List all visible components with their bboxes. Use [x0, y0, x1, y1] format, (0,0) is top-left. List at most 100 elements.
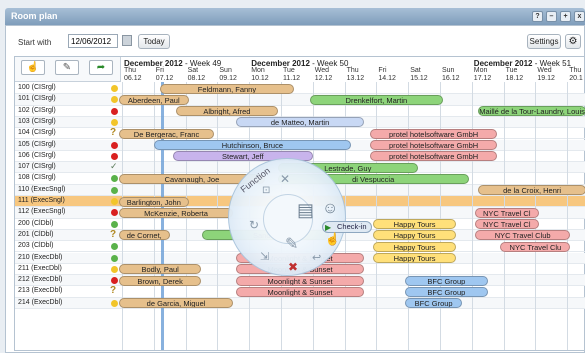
- room-status-dot[interactable]: [111, 152, 118, 160]
- booking-bar[interactable]: Brown, Derek: [118, 275, 202, 286]
- day-gridline: [471, 82, 473, 350]
- room-status-dot[interactable]: [111, 254, 118, 262]
- close-icon[interactable]: ✕: [280, 172, 290, 186]
- day-name: Sun: [219, 67, 232, 74]
- status-unknown-icon[interactable]: ?: [110, 127, 116, 138]
- calendar-icon[interactable]: [122, 35, 132, 46]
- room-status-dot[interactable]: [111, 277, 118, 285]
- help-button[interactable]: ?: [532, 11, 543, 22]
- hand-cursor-icon: ☝: [325, 232, 340, 246]
- booking-bar[interactable]: NYC Travel Cl: [474, 207, 539, 218]
- room-status-dot[interactable]: [111, 118, 118, 126]
- booking-bar[interactable]: NYC Travel Clu: [500, 241, 571, 252]
- day-date: 20.1: [569, 75, 583, 82]
- booking-bar[interactable]: Happy Tours: [373, 253, 456, 263]
- booking-bar[interactable]: Drenkelfort, Martin: [309, 94, 444, 105]
- booking-bar[interactable]: Albright, Afred: [176, 106, 278, 117]
- room-row[interactable]: 104 (CISrgl)?: [15, 127, 585, 140]
- day-date: 15.12: [410, 75, 428, 82]
- booking-bar[interactable]: Moonlight & Sunset: [236, 286, 364, 297]
- room-status-dot[interactable]: [111, 198, 118, 205]
- close-button[interactable]: x: [574, 11, 585, 22]
- room-label: 203 (ClDbl): [18, 242, 54, 250]
- booking-bar[interactable]: Feldmann, Fanny: [160, 83, 294, 94]
- day-name: Thu: [569, 67, 582, 74]
- day-date: 08.12: [187, 75, 206, 82]
- room-status-dot[interactable]: [111, 243, 118, 251]
- booking-bar[interactable]: BFC Group: [405, 298, 463, 309]
- day-date: 07.12: [155, 75, 174, 82]
- room-status-dot[interactable]: [111, 96, 118, 104]
- hand-tool-icon[interactable]: ☝: [21, 60, 45, 75]
- day-name: Wed: [314, 67, 330, 74]
- day-date: 11.12: [283, 75, 300, 82]
- booking-bar[interactable]: McKenzie, Roberta: [118, 207, 234, 218]
- today-button[interactable]: Today: [138, 34, 170, 49]
- undo-icon[interactable]: ↩: [312, 251, 321, 264]
- print-icon[interactable]: ▤: [297, 200, 314, 221]
- status-unknown-icon[interactable]: ?: [110, 285, 116, 296]
- booking-bar[interactable]: Barlington, John: [118, 196, 189, 207]
- move-icon[interactable]: ⇲: [260, 250, 269, 263]
- start-date-input[interactable]: [68, 34, 118, 48]
- booking-bar[interactable]: de la Croix, Henri: [478, 185, 585, 196]
- room-label: 101 (CISrgl): [18, 95, 56, 103]
- lock-icon[interactable]: ⊡: [262, 185, 270, 196]
- room-label: 200 (ClDbl): [18, 219, 54, 227]
- pencil-tool-icon[interactable]: ✎: [55, 60, 79, 75]
- status-unknown-icon[interactable]: ?: [110, 229, 116, 240]
- room-status-dot[interactable]: [111, 107, 118, 115]
- day-name: Thu: [346, 67, 359, 74]
- booking-bar[interactable]: de Garcia, Miguel: [118, 298, 234, 309]
- day-name: Fri: [378, 67, 387, 74]
- start-with-label: Start with: [18, 38, 52, 47]
- room-label: 111 (ExecSngl): [18, 197, 65, 204]
- room-label: 211 (ExecDbl): [18, 264, 62, 272]
- arrow-tool-icon[interactable]: ➦: [89, 60, 113, 75]
- room-row[interactable]: 214 (ExecDbl): [15, 297, 585, 309]
- room-row[interactable]: 101 (CISrgl): [15, 94, 585, 106]
- booking-bar[interactable]: protel hotelsoftware GmbH: [370, 151, 498, 162]
- guest-icon[interactable]: ☺: [322, 200, 338, 218]
- booking-bar[interactable]: protel hotelsoftware GmbH: [370, 128, 498, 139]
- minimize-button[interactable]: –: [546, 11, 557, 22]
- booking-bar[interactable]: protel hotelsoftware GmbH: [370, 140, 498, 150]
- settings-button[interactable]: Settings: [527, 34, 561, 49]
- edit-icon[interactable]: ✎: [285, 234, 298, 254]
- gear-icon[interactable]: ⚙: [565, 34, 581, 49]
- booking-bar[interactable]: Bodly, Paul: [118, 264, 202, 275]
- room-status-dot[interactable]: [111, 265, 118, 273]
- day-name: Tue: [505, 67, 518, 74]
- booking-bar[interactable]: Moonlight & Sunset: [236, 275, 364, 286]
- room-status-dot[interactable]: [111, 220, 118, 228]
- room-status-dot[interactable]: [111, 175, 118, 183]
- booking-bar[interactable]: BFC Group: [405, 286, 488, 297]
- room-status-dot[interactable]: [111, 186, 118, 194]
- week-header: December 2012 - Week 51: [474, 59, 571, 68]
- booking-bar[interactable]: BFC Group: [405, 275, 488, 286]
- delete-icon[interactable]: ✖: [288, 260, 298, 274]
- booking-bar[interactable]: De Bergerac, Franc: [118, 128, 215, 139]
- booking-bar[interactable]: Aberdeen, Paul: [118, 94, 189, 105]
- booking-bar[interactable]: Hutchinson, Bruce: [153, 140, 351, 150]
- room-status-dot[interactable]: [111, 85, 118, 92]
- rotate-icon[interactable]: ↻: [249, 218, 259, 232]
- room-status-dot[interactable]: [111, 209, 118, 217]
- maximize-button[interactable]: +: [560, 11, 571, 22]
- booking-bar[interactable]: Happy Tours: [373, 219, 456, 230]
- booking-bar[interactable]: de Cornet,: [118, 230, 170, 241]
- status-check-icon[interactable]: ✓: [110, 161, 118, 172]
- room-status-dot[interactable]: [111, 141, 118, 149]
- booking-bar[interactable]: Happy Tours: [373, 230, 456, 241]
- window-titlebar: Room plan ? – + x: [5, 8, 585, 25]
- booking-bar[interactable]: NYC Travel Club: [474, 230, 571, 241]
- booking-bar[interactable]: NYC Travel Cl: [474, 219, 539, 230]
- room-row[interactable]: 100 (CISrgl): [15, 83, 585, 95]
- room-label: 110 (ExecSngl): [18, 185, 66, 193]
- room-label: 105 (CISrgl): [18, 140, 56, 148]
- booking-bar[interactable]: de Matteo, Martin: [236, 117, 364, 128]
- booking-bar[interactable]: Maillé de la Tour-Laundry, Louis: [478, 106, 585, 117]
- booking-bar[interactable]: Happy Tours: [373, 241, 456, 252]
- day-date: 13.12: [346, 75, 365, 82]
- room-status-dot[interactable]: [111, 299, 118, 307]
